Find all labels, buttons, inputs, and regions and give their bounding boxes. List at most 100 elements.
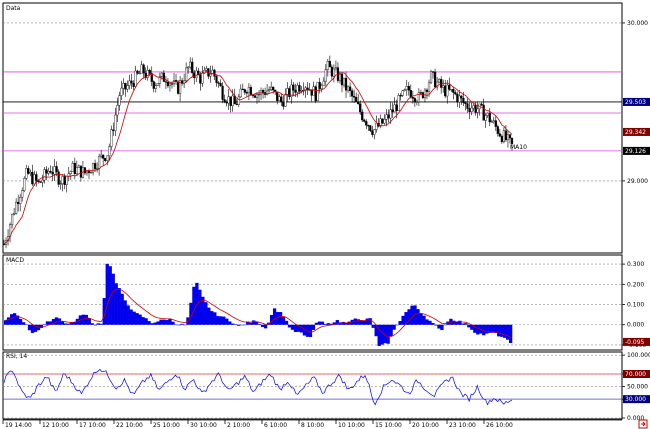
- macd-tick-label: 0.200: [627, 281, 644, 288]
- price-candle-body: [334, 67, 338, 70]
- price-candle-body: [43, 169, 46, 181]
- price-candle-body: [156, 83, 159, 86]
- price-candle-body: [259, 90, 263, 95]
- macd-histogram-bar: [500, 324, 504, 337]
- price-candle-body: [41, 179, 44, 183]
- macd-histogram-bar: [192, 286, 196, 325]
- price-candle-body: [89, 172, 93, 174]
- price-candle-body: [508, 134, 512, 139]
- price-candle-body: [39, 181, 42, 183]
- price-candle-body: [199, 74, 202, 84]
- macd-histogram-bar: [45, 321, 50, 325]
- price-candle-body: [348, 86, 352, 91]
- macd-histogram-bar: [60, 321, 65, 325]
- price-candle-body: [373, 129, 376, 135]
- macd-tags: -0.095: [623, 337, 650, 346]
- time-axis-tick-label: 20 10:00: [412, 422, 439, 429]
- macd-histogram-bar: [398, 321, 402, 325]
- macd-histogram-bar: [90, 323, 94, 325]
- price-candle-body: [79, 165, 83, 178]
- price-candle-body: [164, 81, 168, 83]
- macd-histogram-bar: [371, 324, 375, 328]
- price-candle-body: [65, 176, 68, 185]
- price-candle-body: [201, 73, 204, 84]
- price-candle-body: [152, 81, 155, 89]
- macd-histogram-bar: [225, 318, 229, 325]
- scroll-marker[interactable]: [638, 419, 648, 429]
- price-candle-body: [504, 130, 508, 141]
- time-axis-tick-label: 25 10:00: [153, 422, 180, 429]
- rsi-panel-title: RSI, 14: [6, 353, 27, 360]
- price-candle-body: [425, 89, 429, 92]
- macd-histogram-bar: [461, 323, 465, 325]
- time-axis-tick-label: 30 10:00: [190, 422, 217, 429]
- price-candle: [381, 118, 384, 125]
- price-candle-body: [2, 243, 6, 246]
- price-candle-body: [191, 61, 194, 74]
- price-candle-body: [318, 82, 321, 89]
- price-candle-body: [49, 171, 52, 173]
- price-candle-body: [59, 183, 62, 185]
- time-axis-tick-label: 10 10:00: [338, 422, 365, 429]
- macd-histogram-bar: [278, 312, 283, 325]
- price-candle-body: [75, 167, 78, 175]
- price-candle: [23, 176, 26, 193]
- price-candle-body: [322, 80, 325, 86]
- macd-histogram-bar: [153, 322, 157, 325]
- price-price-tag: 29.503: [623, 97, 650, 106]
- macd-histogram-bar: [222, 316, 226, 325]
- price-candle-body: [298, 85, 301, 92]
- macd-histogram-bar: [120, 293, 124, 325]
- price-candle-body: [102, 154, 105, 159]
- macd-histogram-bar: [231, 323, 235, 325]
- price-candle-body: [83, 167, 87, 174]
- price-candle-body: [25, 168, 28, 179]
- price-candle-body: [359, 103, 362, 113]
- price-candle-body: [326, 61, 329, 70]
- price-candle-body: [33, 174, 36, 185]
- macd-histogram-bar: [281, 316, 286, 325]
- price-candle-body: [69, 171, 72, 175]
- price-candle-body: [243, 89, 246, 93]
- price-candle-body: [320, 85, 323, 89]
- macd-histogram-bar: [258, 324, 262, 325]
- price-candle-body: [225, 102, 228, 104]
- macd-histogram-bar: [180, 323, 184, 325]
- price-candle-body: [223, 99, 226, 103]
- time-axis-tick-label: 2 10:00: [227, 422, 250, 429]
- macd-histogram-bar: [443, 324, 447, 326]
- macd-histogram-bar: [150, 323, 154, 325]
- price-candle-body: [316, 82, 319, 102]
- price-candle-body: [456, 93, 459, 103]
- price-candle-body: [484, 115, 487, 121]
- price-candle-body: [85, 170, 89, 174]
- price-candle-body: [239, 88, 242, 98]
- price-candle-body: [108, 146, 111, 157]
- macd-histogram-bar: [129, 309, 133, 325]
- price-candle-body: [454, 92, 457, 95]
- price-candle: [57, 169, 60, 188]
- macd-histogram-bar: [503, 324, 507, 338]
- macd-histogram-bar: [12, 313, 17, 325]
- price-candle-body: [67, 173, 70, 177]
- macd-histogram-bar: [30, 324, 35, 333]
- price-candle-body: [140, 64, 143, 74]
- macd-histogram-bar: [54, 317, 59, 325]
- macd-histogram-bar: [509, 324, 513, 344]
- price-candle: [314, 85, 317, 104]
- price-candle-body: [154, 85, 157, 89]
- price-candle-body: [257, 93, 261, 96]
- price-candle-body: [170, 83, 174, 85]
- price-candle-body: [381, 118, 384, 124]
- price-candle-body: [452, 88, 455, 93]
- price-candle-body: [77, 165, 80, 168]
- price-candle-body: [502, 130, 506, 143]
- macd-histogram-bar: [132, 311, 136, 325]
- price-candle-body: [138, 72, 141, 75]
- macd-histogram-bar: [240, 324, 244, 326]
- price-candle-body: [312, 86, 315, 96]
- price-candle-body: [23, 178, 26, 191]
- macd-histogram-bar: [287, 324, 292, 328]
- macd-histogram-bar: [506, 324, 510, 340]
- price-candle-body: [391, 109, 394, 113]
